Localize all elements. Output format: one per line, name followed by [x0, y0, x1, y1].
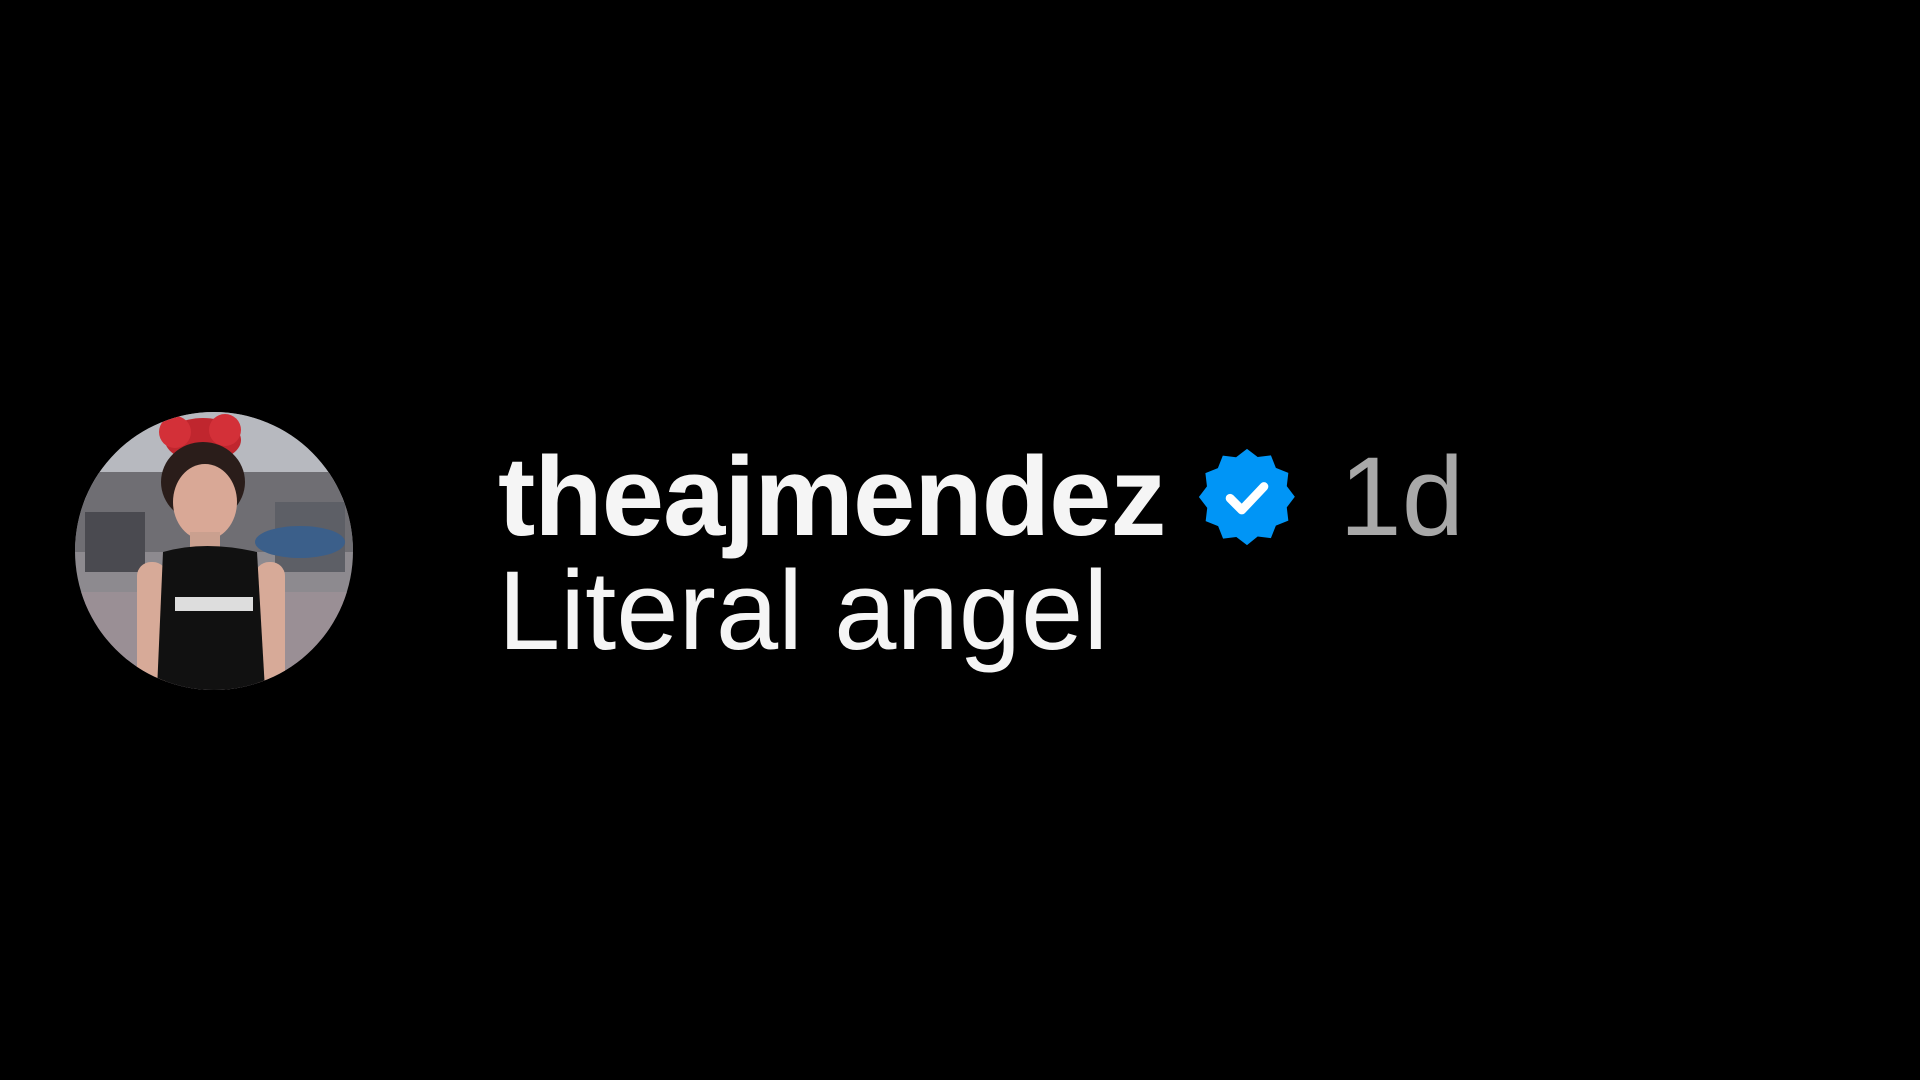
verified-badge-icon	[1195, 445, 1299, 549]
comment: theajmendez 1d Literal angel	[75, 412, 1464, 690]
comment-text: Literal angel	[498, 548, 1109, 673]
comment-timestamp[interactable]: 1d	[1339, 440, 1464, 554]
comment-header: theajmendez 1d	[498, 440, 1464, 554]
comment-body: theajmendez 1d Literal angel	[498, 440, 1464, 668]
avatar-photo	[75, 412, 353, 690]
avatar[interactable]	[75, 412, 353, 690]
username-link[interactable]: theajmendez	[498, 440, 1166, 554]
